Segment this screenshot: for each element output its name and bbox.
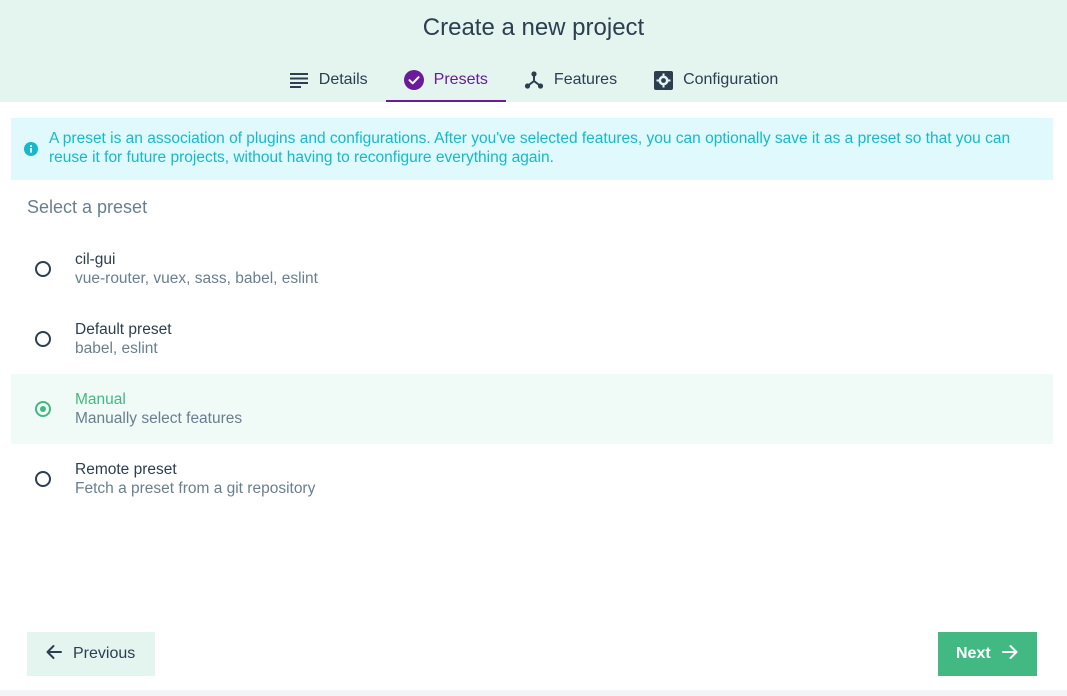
preset-option-remote[interactable]: Remote preset Fetch a preset from a git …: [11, 444, 1053, 514]
info-text: A preset is an association of plugins an…: [49, 130, 1011, 166]
tab-bar: Details Presets Features Configuration: [0, 58, 1067, 102]
radio-dot: [40, 406, 46, 412]
list-icon: [289, 70, 309, 90]
radio-button[interactable]: [35, 331, 51, 347]
arrow-right-icon: [1001, 643, 1019, 666]
tab-details-label: Details: [318, 71, 368, 88]
check-circle-icon: [403, 70, 424, 90]
arrow-left-icon: [45, 643, 63, 666]
previous-button[interactable]: Previous: [27, 632, 155, 676]
preset-name: Default preset: [75, 321, 172, 338]
gear-icon: [653, 70, 673, 90]
preset-name: cil-gui: [75, 251, 116, 268]
radio-button-selected[interactable]: [35, 401, 51, 417]
tab-configuration[interactable]: Configuration: [635, 58, 796, 102]
tab-presets[interactable]: Presets: [385, 58, 507, 102]
fork-icon: [524, 70, 544, 90]
radio-button[interactable]: [35, 261, 51, 277]
preset-option-default[interactable]: Default preset babel, eslint: [11, 304, 1053, 374]
tab-details[interactable]: Details: [271, 58, 386, 102]
page-title: Create a new project: [422, 14, 645, 41]
tab-presets-label: Presets: [433, 71, 488, 88]
preset-option-cil-gui[interactable]: cil-gui vue-router, vuex, sass, babel, e…: [11, 234, 1053, 304]
preset-option-manual[interactable]: Manual Manually select features: [11, 374, 1053, 444]
info-banner: A preset is an association of plugins an…: [11, 118, 1053, 180]
preset-description: Manually select features: [75, 410, 243, 427]
bottom-divider: [0, 690, 1067, 696]
preset-list: cil-gui vue-router, vuex, sass, babel, e…: [11, 234, 1053, 514]
preset-name: Manual: [75, 391, 126, 408]
section-title: Select a preset: [27, 197, 148, 217]
next-button[interactable]: Next: [938, 632, 1037, 676]
tab-configuration-label: Configuration: [683, 71, 779, 88]
preset-description: babel, eslint: [75, 340, 158, 357]
preset-name: Remote preset: [75, 461, 177, 478]
radio-button[interactable]: [35, 471, 51, 487]
tab-features[interactable]: Features: [506, 58, 635, 102]
preset-description: Fetch a preset from a git repository: [75, 480, 316, 497]
tab-features-label: Features: [553, 71, 618, 88]
preset-description: vue-router, vuex, sass, babel, eslint: [75, 270, 318, 287]
header: Create a new project Details Presets Fea…: [0, 0, 1067, 102]
previous-button-label: Previous: [73, 645, 136, 662]
info-icon: [24, 142, 38, 156]
next-button-label: Next: [956, 645, 991, 662]
